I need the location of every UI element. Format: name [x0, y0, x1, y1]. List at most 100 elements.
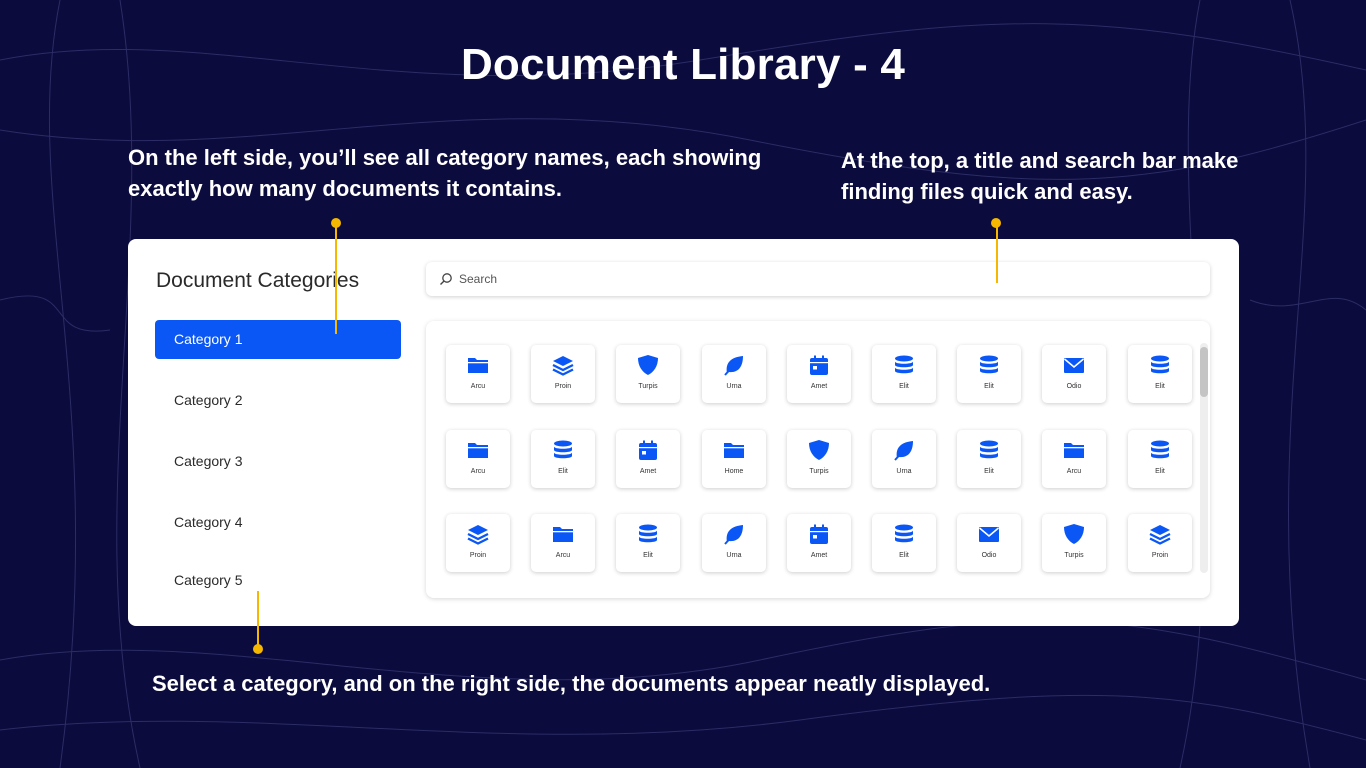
document-tile[interactable]: Elit [957, 345, 1021, 403]
layers-icon [1149, 525, 1171, 545]
document-label: Amet [810, 552, 828, 559]
note-document-display: Select a category, and on the right side… [152, 671, 991, 696]
search-icon [440, 273, 452, 285]
folder-icon [724, 443, 744, 458]
document-tile[interactable]: Elit [531, 430, 595, 488]
document-tile[interactable]: Proin [531, 345, 595, 403]
database-icon [554, 440, 572, 459]
document-tile[interactable]: Elit [616, 514, 680, 572]
document-label: Proin [1151, 552, 1169, 559]
document-tile[interactable]: Elit [872, 514, 936, 572]
document-label: Proin [469, 552, 487, 559]
document-label: Amet [639, 468, 657, 475]
database-icon [980, 355, 998, 374]
document-label: Turpis [809, 468, 829, 475]
document-label: Arcu [1066, 468, 1082, 475]
document-label: Odio [981, 552, 997, 559]
mail-icon [1063, 358, 1085, 373]
database-icon [1151, 355, 1169, 374]
document-label: Home [724, 468, 744, 475]
document-label: Arcu [470, 468, 486, 475]
database-icon [1151, 440, 1169, 459]
document-label: Urna [896, 468, 912, 475]
layers-icon [467, 525, 489, 545]
callout-dot-right [991, 218, 1001, 228]
document-tile[interactable]: Elit [872, 345, 936, 403]
document-tile[interactable]: Elit [1128, 345, 1192, 403]
search-input[interactable] [459, 272, 1159, 286]
document-label: Arcu [555, 552, 571, 559]
folder-icon [1064, 443, 1084, 458]
document-label: Elit [1155, 383, 1165, 390]
document-label: Elit [899, 383, 909, 390]
category-item-2[interactable]: Category 2 [155, 381, 401, 420]
calendar-icon [810, 524, 828, 544]
document-tile[interactable]: Arcu [446, 430, 510, 488]
document-label: Turpis [638, 383, 658, 390]
database-icon [895, 524, 913, 543]
slide-title: Document Library - 4 [460, 40, 906, 89]
document-tile[interactable]: Turpis [616, 345, 680, 403]
calendar-icon [810, 355, 828, 375]
shield-icon [1064, 524, 1084, 544]
document-library-card: Document Categories Category 1 Category 2… [128, 239, 1239, 626]
database-icon [980, 440, 998, 459]
categories-heading: Document Categories [156, 269, 360, 292]
document-tile[interactable]: Proin [1128, 514, 1192, 572]
document-tile[interactable]: Turpis [1042, 514, 1106, 572]
database-icon [639, 524, 657, 543]
document-label: Turpis [1064, 552, 1084, 559]
document-label: Amet [810, 383, 828, 390]
category-item-5[interactable]: Category 5 [155, 561, 401, 600]
document-label: Arcu [470, 383, 486, 390]
document-tile[interactable]: Odio [957, 514, 1021, 572]
note-search-bar: At the top, a title and search bar make … [841, 148, 1239, 204]
leaf-icon [724, 356, 743, 376]
document-tile[interactable]: Home [702, 430, 766, 488]
document-tile[interactable]: Amet [787, 345, 851, 403]
leaf-icon [724, 525, 743, 545]
document-tile[interactable]: Urna [702, 514, 766, 572]
document-tile[interactable]: Odio [1042, 345, 1106, 403]
category-list: Category 1 Category 2 Category 3 Category 4… [155, 320, 401, 622]
document-label: Urna [726, 383, 742, 390]
document-tile[interactable]: Amet [616, 430, 680, 488]
shield-icon [638, 355, 658, 375]
scrollbar-thumb[interactable] [1200, 347, 1208, 397]
document-label: Odio [1066, 383, 1082, 390]
document-label: Elit [984, 468, 994, 475]
calendar-icon [639, 440, 657, 460]
category-item-1[interactable]: Category 1 [155, 320, 401, 359]
document-tile[interactable]: Elit [957, 430, 1021, 488]
callout-line-left [335, 224, 337, 334]
callout-line-right [996, 227, 998, 283]
search-bar[interactable] [426, 262, 1210, 296]
category-item-4[interactable]: Category 4 [155, 503, 401, 542]
document-tile[interactable]: Urna [702, 345, 766, 403]
document-label: Elit [1155, 468, 1165, 475]
document-grid: Arcu Proin Turpis Urna Amet Elit Elit Odio Elit A… [426, 321, 1210, 598]
document-tile[interactable]: Arcu [531, 514, 595, 572]
document-tile[interactable]: Elit [1128, 430, 1192, 488]
mail-icon [978, 527, 1000, 542]
folder-icon [468, 358, 488, 373]
document-label: Urna [726, 552, 742, 559]
document-tile[interactable]: Urna [872, 430, 936, 488]
document-tile[interactable]: Arcu [446, 345, 510, 403]
document-tile[interactable]: Amet [787, 514, 851, 572]
document-tile[interactable]: Arcu [1042, 430, 1106, 488]
scrollbar[interactable] [1200, 343, 1208, 573]
database-icon [895, 355, 913, 374]
callout-line-bottom [257, 591, 259, 647]
document-tile[interactable]: Proin [446, 514, 510, 572]
document-tile[interactable]: Turpis [787, 430, 851, 488]
document-label: Proin [554, 383, 572, 390]
category-item-3[interactable]: Category 3 [155, 442, 401, 481]
callout-dot-left [331, 218, 341, 228]
document-label: Elit [643, 552, 653, 559]
folder-icon [553, 527, 573, 542]
document-label: Elit [899, 552, 909, 559]
layers-icon [552, 356, 574, 376]
callout-dot-bottom [253, 644, 263, 654]
leaf-icon [894, 441, 913, 461]
